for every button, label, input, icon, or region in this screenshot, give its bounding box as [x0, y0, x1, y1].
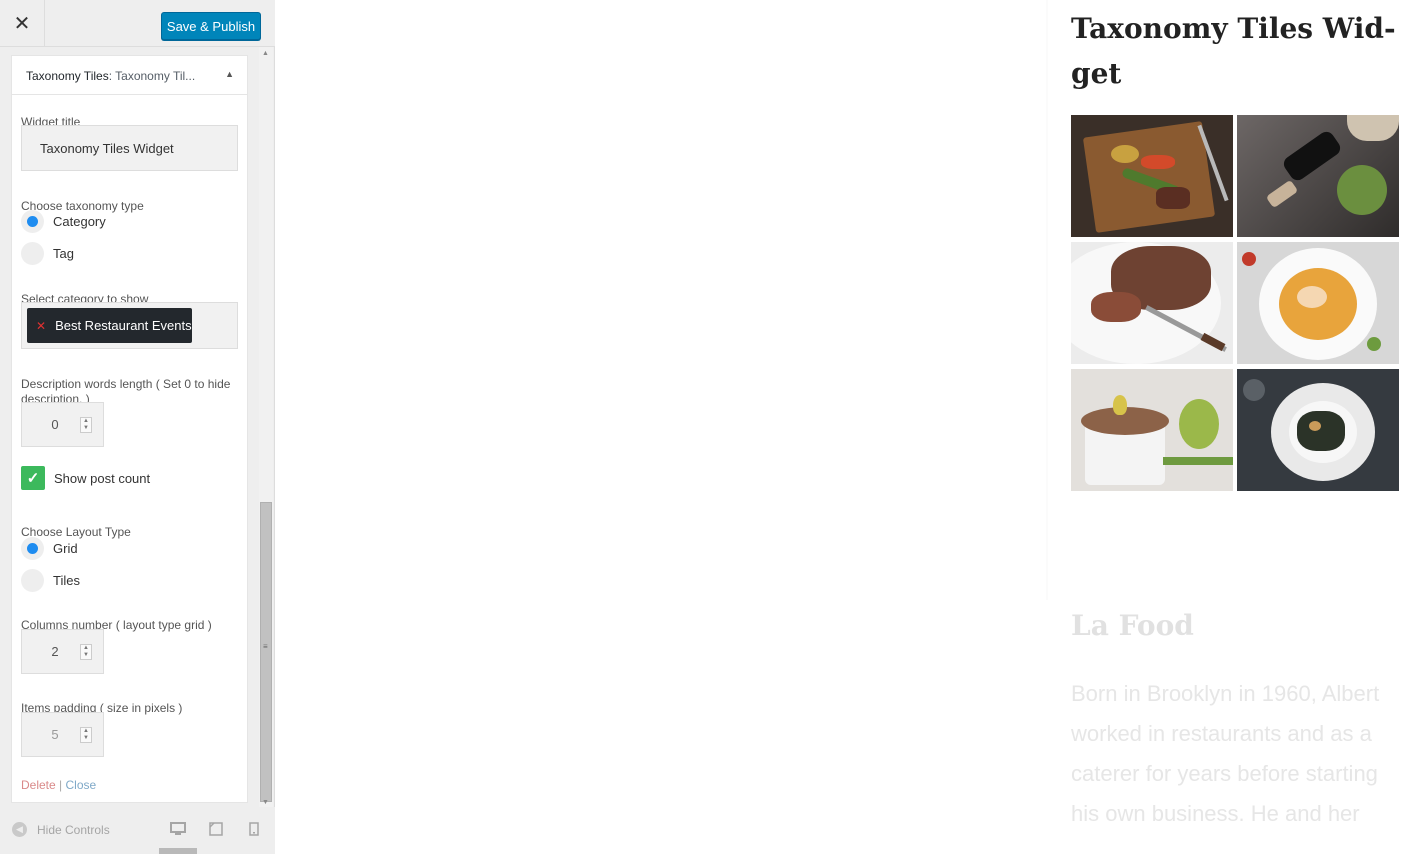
hide-controls-label: Hide Controls [37, 822, 110, 837]
radio-selected-dot [27, 215, 38, 227]
controls-scroll-area: Taxonomy Tiles: Taxonomy Til... ▲ Widget… [0, 47, 260, 807]
desktop-icon[interactable] [170, 822, 186, 841]
checkmark-icon: ✓ [26, 470, 40, 487]
preview-widget-title: Taxonomy Tiles Wid-get [1071, 12, 1396, 90]
columns-number-stepper[interactable]: 2 ▲ ▼ [21, 629, 104, 674]
scroll-down-arrow-icon[interactable]: ▼ [262, 799, 269, 806]
next-widget-title: La Food [1071, 609, 1194, 642]
radio-button[interactable] [21, 568, 44, 592]
remove-chip-icon[interactable]: ✕ [36, 319, 46, 333]
show-post-count-checkbox[interactable]: ✓ [21, 466, 45, 490]
delete-widget-link[interactable]: Delete [21, 778, 56, 792]
widget-header[interactable]: Taxonomy Tiles: Taxonomy Til... ▲ [12, 56, 247, 95]
radio-selected-dot [27, 542, 38, 554]
tile-seafood-soup-bowl[interactable] [1237, 242, 1399, 364]
tablet-icon[interactable] [209, 822, 223, 841]
items-padding-stepper[interactable]: 5 ▲ ▼ [21, 712, 104, 757]
customizer-app: ✕ Save & Publish Taxonomy Tiles: Taxonom… [0, 0, 1419, 854]
radio-button[interactable] [21, 209, 44, 233]
selected-category-chip: ✕ Best Restaurant Events [27, 308, 192, 343]
preview-column-divider [1046, 0, 1048, 600]
collapse-arrow-left-icon: ◀ [12, 822, 27, 837]
radio-button[interactable] [21, 241, 44, 265]
radio-tag[interactable]: Tag [21, 241, 74, 265]
stepper-value: 2 [51, 644, 59, 659]
customizer-header: ✕ Save & Publish [0, 0, 275, 47]
radio-label: Category [53, 213, 106, 229]
widget-instance-name: Taxonomy Til... [115, 69, 196, 83]
active-device-indicator [159, 848, 197, 854]
save-publish-button[interactable]: Save & Publish [161, 12, 261, 40]
scroll-grip-icon: ≡ [263, 642, 268, 651]
close-icon: ✕ [13, 13, 31, 35]
widget-title-field[interactable] [21, 125, 238, 171]
scrollbar-thumb[interactable]: ≡ [260, 502, 272, 802]
site-preview: Taxonomy Tiles Wid-get La Food Born in B… [276, 0, 1419, 854]
widget-actions: Delete | Close [21, 778, 96, 792]
mobile-icon[interactable] [249, 822, 259, 841]
show-post-count-option[interactable]: ✓ Show post count [21, 466, 150, 490]
spin-arrows-icon[interactable]: ▲ ▼ [80, 727, 92, 743]
radio-button[interactable] [21, 536, 44, 560]
radio-label: Tag [53, 245, 74, 261]
tile-souffle-ramekin[interactable] [1071, 369, 1233, 491]
hide-controls-button[interactable]: ◀ Hide Controls [12, 822, 110, 837]
customizer-sidebar: ✕ Save & Publish Taxonomy Tiles: Taxonom… [0, 0, 275, 854]
customizer-footer: ◀ Hide Controls [0, 807, 275, 854]
radio-grid[interactable]: Grid [21, 536, 78, 560]
widget-panel: Taxonomy Tiles: Taxonomy Til... ▲ Widget… [11, 55, 248, 803]
radio-category[interactable]: Category [21, 209, 106, 233]
radio-label: Tiles [53, 572, 80, 588]
collapse-arrow-icon[interactable]: ▲ [225, 69, 234, 79]
tile-wine-bottle-salad[interactable] [1237, 115, 1399, 237]
radio-tiles[interactable]: Tiles [21, 568, 80, 592]
widget-title-input[interactable] [22, 126, 237, 170]
scroll-up-arrow-icon[interactable]: ▲ [262, 50, 269, 57]
actions-separator: | [59, 778, 63, 792]
tile-grilled-vegetables-steak[interactable] [1071, 115, 1233, 237]
chip-label: Best Restaurant Events [55, 318, 192, 333]
spin-arrows-icon[interactable]: ▲ ▼ [80, 417, 92, 433]
widget-type-name: Taxonomy Tiles [26, 69, 109, 83]
widget-header-title: Taxonomy Tiles: Taxonomy Til... [26, 69, 196, 83]
description-length-stepper[interactable]: 0 ▲ ▼ [21, 402, 104, 447]
tile-sliced-steak-plate[interactable] [1071, 242, 1233, 364]
show-post-count-label: Show post count [54, 470, 151, 486]
category-select[interactable]: ✕ Best Restaurant Events [21, 302, 238, 349]
next-widget-text: Born in Brooklyn in 1960, Albert worked … [1071, 681, 1380, 826]
stepper-value: 5 [51, 727, 59, 742]
radio-label: Grid [53, 540, 78, 556]
close-customizer-button[interactable]: ✕ [0, 0, 45, 47]
stepper-value: 0 [51, 417, 59, 432]
close-widget-link[interactable]: Close [66, 778, 97, 792]
sidebar-scrollbar[interactable]: ▲ ≡ ▼ [259, 47, 273, 807]
tile-mussels-plate[interactable] [1237, 369, 1399, 491]
taxonomy-tiles-grid [1071, 115, 1401, 491]
spin-arrows-icon[interactable]: ▲ ▼ [80, 644, 92, 660]
